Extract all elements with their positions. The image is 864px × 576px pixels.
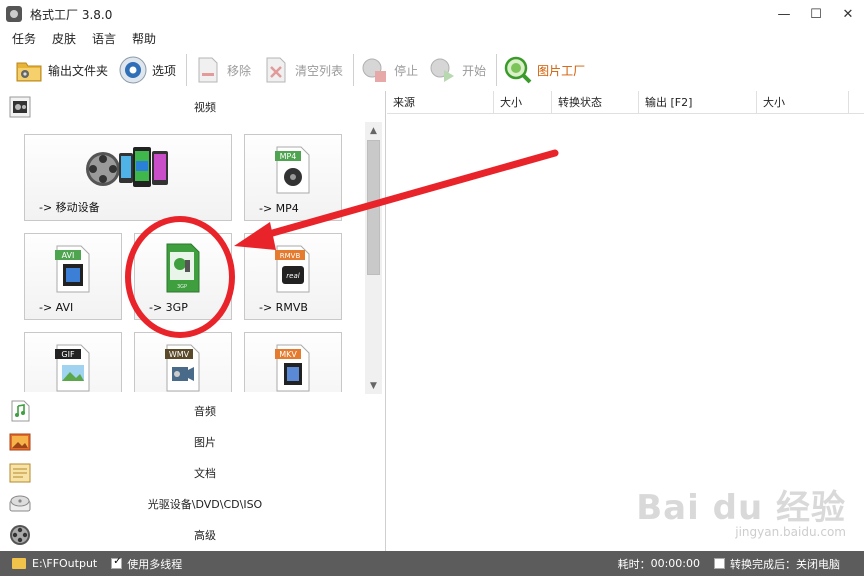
elapsed-time: 00:00:00: [650, 557, 700, 570]
gif-file-icon: GIF: [53, 343, 93, 392]
tile-avi[interactable]: AVI -> AVI: [24, 233, 122, 320]
tile-label: -> 3GP: [149, 301, 188, 314]
category-panel: 视频 -> 移动设备 MP4 -> MP4 AVI -> AVI 3GP -> …: [0, 91, 386, 551]
menu-help[interactable]: 帮助: [132, 30, 156, 47]
column-status[interactable]: 转换状态: [552, 91, 639, 113]
scroll-up-icon[interactable]: ▲: [365, 122, 382, 139]
avi-file-icon: AVI: [53, 244, 93, 297]
category-optical-disc[interactable]: 光驱设备\DVD\CD\ISO: [0, 488, 386, 519]
toolbar-separator: [496, 54, 498, 86]
picture-factory-button[interactable]: 图片工厂: [503, 52, 585, 88]
svg-text:real: real: [286, 272, 299, 280]
film-icon: [9, 96, 31, 118]
scroll-down-icon[interactable]: ▼: [365, 377, 382, 394]
elapsed-label: 耗时：: [617, 557, 651, 571]
toolbar-separator: [186, 54, 188, 86]
tile-mobile-device[interactable]: -> 移动设备: [24, 134, 232, 221]
mkv-file-icon: MKV: [273, 343, 313, 392]
remove-button[interactable]: 移除: [193, 52, 251, 88]
menu-bar: 任务 皮肤 语言 帮助: [0, 28, 864, 48]
column-output[interactable]: 输出 [F2]: [639, 91, 757, 113]
column-output-size[interactable]: 大小: [757, 91, 849, 113]
badge-text: MKV: [279, 350, 297, 359]
stop-icon: [360, 55, 390, 85]
folder-icon: [12, 558, 26, 569]
menu-skin[interactable]: 皮肤: [52, 30, 76, 47]
badge-text: WMV: [169, 350, 190, 359]
wmv-file-icon: WMV: [163, 343, 203, 392]
multithread-checkbox[interactable]: [111, 556, 123, 569]
music-note-icon: [9, 400, 31, 422]
status-right: 耗时： 00:00:00 转换完成后：关闭电脑: [618, 551, 840, 576]
output-folder-button[interactable]: 输出文件夹: [14, 52, 108, 88]
baidu-watermark: Bai du 经验 jingyan.baidu.com: [636, 480, 846, 539]
tile-mkv[interactable]: MKV: [244, 332, 342, 392]
badge-text: GIF: [61, 350, 75, 359]
category-picture[interactable]: 图片: [0, 426, 386, 457]
category-audio[interactable]: 音频: [0, 395, 386, 426]
window-controls: — ☐ ✕: [768, 0, 864, 28]
column-size[interactable]: 大小: [494, 91, 552, 113]
video-grid-scrollbar[interactable]: ▲ ▼: [365, 122, 382, 394]
tile-gif[interactable]: GIF: [24, 332, 122, 392]
tile-label: -> MP4: [259, 202, 299, 215]
status-bar: E:\FFOutput 使用多线程 耗时： 00:00:00 转换完成后：关闭电…: [0, 551, 864, 576]
tile-mp4[interactable]: MP4 -> MP4: [244, 134, 342, 221]
tile-wmv[interactable]: WMV: [134, 332, 232, 392]
badge-text: AVI: [62, 251, 75, 260]
badge-text: MP4: [280, 152, 297, 161]
toolbar-separator: [353, 54, 355, 86]
rmvb-file-icon: RMVB real: [273, 244, 313, 297]
tile-3gp[interactable]: 3GP -> 3GP: [134, 233, 232, 320]
folder-icon: [14, 55, 44, 85]
tile-rmvb[interactable]: RMVB real -> RMVB: [244, 233, 342, 320]
output-path[interactable]: E:\FFOutput: [32, 557, 97, 570]
app-icon: [6, 6, 22, 22]
start-icon: [428, 55, 458, 85]
remove-icon: [193, 55, 223, 85]
tile-label: -> AVI: [39, 301, 74, 314]
picture-icon: [9, 431, 31, 453]
3gp-file-icon: 3GP: [163, 242, 203, 297]
menu-language[interactable]: 语言: [92, 30, 116, 47]
close-button[interactable]: ✕: [832, 0, 864, 28]
menu-task[interactable]: 任务: [12, 30, 36, 47]
disc-drive-icon: [9, 493, 31, 515]
tile-label: -> RMVB: [259, 301, 308, 314]
column-source[interactable]: 来源: [387, 91, 494, 113]
clear-list-icon: [261, 55, 291, 85]
start-button[interactable]: 开始: [428, 52, 486, 88]
mp4-file-icon: MP4: [273, 145, 313, 198]
stop-button[interactable]: 停止: [360, 52, 418, 88]
multithread-label: 使用多线程: [127, 557, 183, 571]
scroll-thumb[interactable]: [367, 140, 380, 275]
tile-label: -> 移动设备: [39, 201, 100, 214]
task-list-header: 来源 大小 转换状态 输出 [F2] 大小: [387, 91, 864, 114]
gear-icon: [118, 55, 148, 85]
magnifier-icon: [503, 55, 533, 85]
maximize-button[interactable]: ☐: [800, 0, 832, 28]
film-reel-icon: [9, 524, 31, 546]
window-title: 格式工厂 3.8.0: [30, 7, 113, 22]
watermark-main: Bai du 经验: [636, 488, 846, 528]
minimize-button[interactable]: —: [768, 0, 800, 28]
title-bar: 格式工厂 3.8.0 — ☐ ✕: [0, 0, 864, 28]
video-format-grid: -> 移动设备 MP4 -> MP4 AVI -> AVI 3GP -> 3GP: [0, 122, 386, 392]
clear-list-button[interactable]: 清空列表: [261, 52, 343, 88]
document-icon: [9, 462, 31, 484]
shutdown-checkbox[interactable]: [714, 558, 725, 569]
badge-text: 3GP: [177, 284, 187, 290]
category-video[interactable]: 视频: [0, 91, 386, 122]
mobile-devices-icon: [85, 143, 181, 198]
badge-text: RMVB: [280, 252, 301, 260]
category-advanced[interactable]: 高级: [0, 519, 386, 550]
shutdown-label: 转换完成后：关闭电脑: [730, 557, 840, 571]
category-document[interactable]: 文档: [0, 457, 386, 488]
toolbar: 输出文件夹 选项 移除 清空列表 停止 开始 图片工厂: [0, 49, 864, 91]
options-button[interactable]: 选项: [118, 52, 176, 88]
